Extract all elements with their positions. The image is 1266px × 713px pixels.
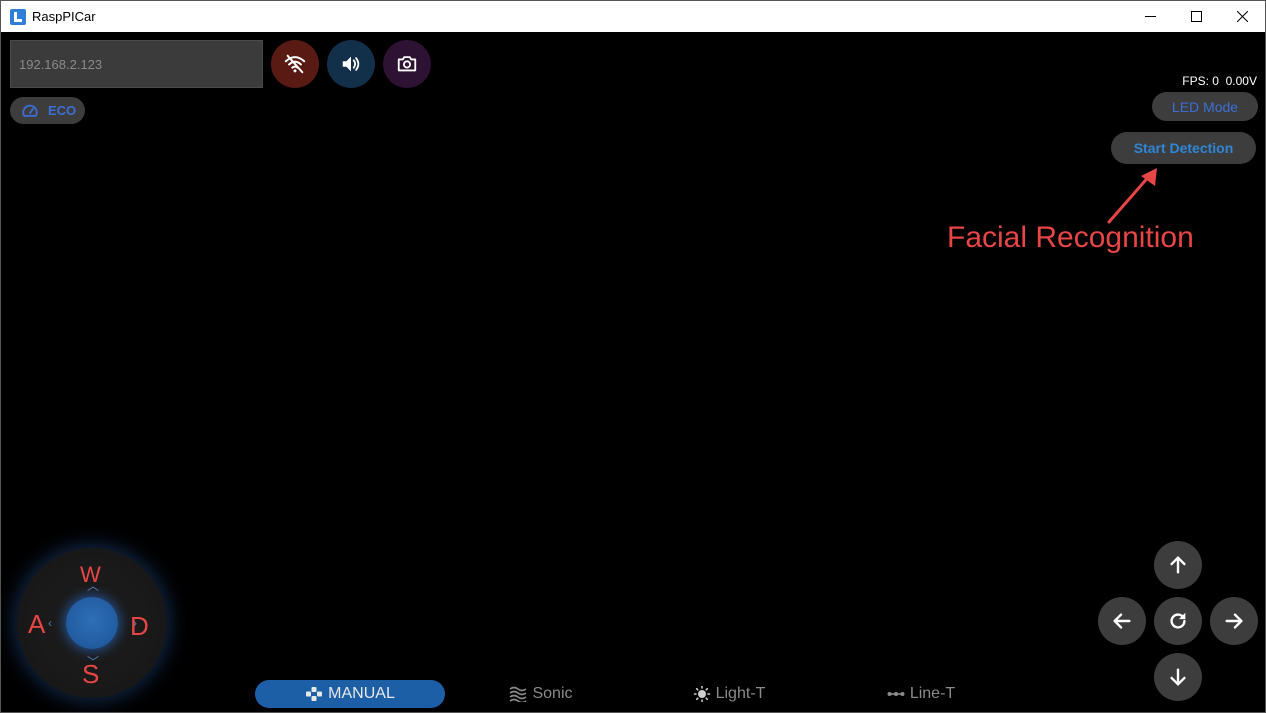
window-controls (1127, 1, 1265, 32)
sound-button[interactable] (327, 40, 375, 88)
joystick-knob[interactable] (66, 597, 118, 649)
camera-up-button[interactable] (1154, 541, 1202, 589)
app-logo-icon (10, 8, 26, 25)
wifi-off-icon (284, 54, 306, 74)
dots-line-icon (887, 692, 905, 696)
gamepad-icon (306, 687, 323, 701)
chevron-up-icon: ︿ (87, 579, 100, 593)
camera-button[interactable] (383, 40, 431, 88)
chevron-right-icon: › (133, 616, 137, 630)
speaker-icon (342, 56, 360, 72)
tab-sonic-label: Sonic (532, 685, 573, 702)
tab-manual[interactable]: MANUAL (255, 680, 445, 708)
annotation-label: Facial Recognition (947, 221, 1194, 254)
maximize-icon (1190, 11, 1202, 22)
arrow-right-icon (1225, 613, 1243, 629)
arrow-left-icon (1113, 613, 1131, 629)
maximize-button[interactable] (1173, 1, 1219, 32)
minimize-icon (1144, 16, 1156, 17)
minimize-button[interactable] (1127, 1, 1173, 32)
tab-light[interactable]: Light-T (679, 680, 779, 708)
fps-voltage-readout: FPS: 0 0.00V (1182, 74, 1257, 88)
camera-right-button[interactable] (1210, 597, 1258, 645)
arrow-down-icon (1170, 668, 1186, 686)
tab-line[interactable]: Line-T (871, 680, 971, 708)
title-bar: RaspPICar (1, 1, 1265, 32)
tab-manual-label: MANUAL (328, 685, 395, 702)
close-button[interactable] (1219, 1, 1265, 32)
camera-left-button[interactable] (1098, 597, 1146, 645)
joystick[interactable]: W A D S ︿ ‹ › ﹀ (17, 548, 167, 698)
start-detection-button[interactable]: Start Detection (1111, 132, 1256, 164)
joystick-left-label: A (28, 609, 46, 639)
app-window: RaspPICar 192.168.2.123 ECO FPS: 0 0.00V… (0, 0, 1266, 713)
refresh-icon (1170, 612, 1186, 629)
led-mode-button[interactable]: LED Mode (1152, 92, 1258, 121)
camera-down-button[interactable] (1154, 653, 1202, 701)
speedometer-icon (22, 104, 38, 117)
camera-reset-button[interactable] (1154, 597, 1202, 645)
window-title: RaspPICar (32, 9, 96, 24)
close-icon (1236, 11, 1248, 22)
tab-line-label: Line-T (909, 685, 956, 702)
wifi-connect-button[interactable] (271, 40, 319, 88)
tab-sonic[interactable]: Sonic (491, 680, 591, 708)
tab-light-label: Light-T (715, 685, 766, 702)
ip-address-input[interactable]: 192.168.2.123 (10, 40, 263, 88)
waves-icon (510, 686, 527, 702)
chevron-down-icon: ﹀ (87, 655, 100, 669)
sun-icon (693, 686, 710, 702)
annotation-arrow-icon (1107, 168, 1157, 224)
eco-button[interactable]: ECO (10, 97, 85, 124)
eco-label: ECO (48, 103, 77, 118)
camera-icon (397, 56, 417, 72)
chevron-left-icon: ‹ (48, 616, 52, 630)
arrow-up-icon (1170, 556, 1186, 574)
